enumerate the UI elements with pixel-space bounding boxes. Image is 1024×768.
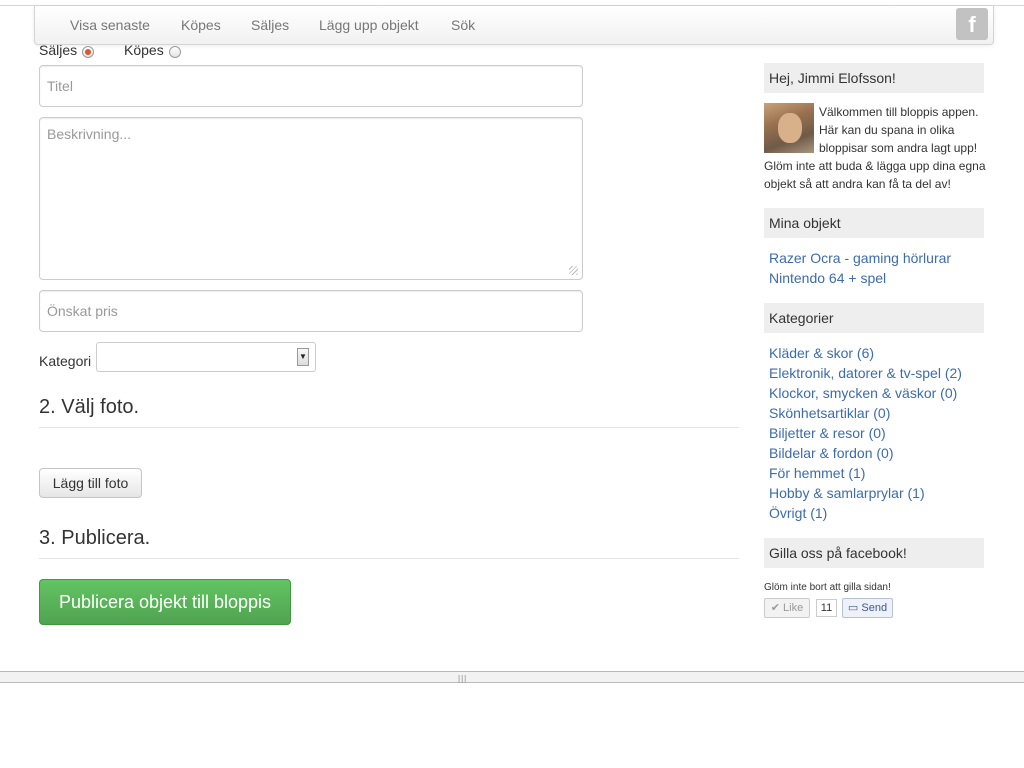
description-placeholder: Beskrivning...	[47, 126, 132, 142]
category-link[interactable]: Elektronik, datorer & tv-spel (2)	[769, 365, 962, 381]
categories-heading: Kategorier	[764, 303, 984, 333]
pane-splitter[interactable]: |||	[0, 671, 1024, 683]
saljes-radio-label: Säljes	[39, 42, 78, 58]
facebook-text: Glöm inte bort att gilla sidan!	[764, 582, 891, 593]
top-navbar: Visa senaste Köpes Säljes Lägg upp objek…	[34, 6, 994, 45]
category-label: Kategori	[39, 353, 92, 369]
kopes-radio[interactable]	[169, 46, 181, 58]
facebook-icon[interactable]: f	[956, 8, 988, 40]
divider	[39, 427, 739, 428]
nav-kopes[interactable]: Köpes	[181, 17, 221, 33]
resize-handle[interactable]	[569, 266, 578, 275]
send-label: Send	[861, 602, 888, 614]
photo-heading: 2. Välj foto.	[39, 396, 140, 418]
divider	[39, 558, 739, 559]
grip-icon: |||	[458, 674, 468, 683]
my-items-heading: Mina objekt	[764, 208, 984, 238]
saljes-radio[interactable]	[82, 46, 94, 58]
like-button[interactable]: ✔ Like	[764, 598, 810, 618]
category-link[interactable]: Klockor, smycken & väskor (0)	[769, 385, 957, 401]
category-link[interactable]: Biljetter & resor (0)	[769, 425, 886, 441]
kopes-radio-label: Köpes	[124, 42, 164, 58]
category-select[interactable]: ▼	[96, 342, 316, 372]
publish-heading: 3. Publicera.	[39, 527, 151, 549]
category-link[interactable]: Skönhetsartiklar (0)	[769, 405, 890, 421]
title-input[interactable]: Titel	[39, 65, 583, 107]
like-count: 11	[816, 599, 837, 617]
add-photo-button[interactable]: Lägg till foto	[39, 468, 142, 498]
category-link[interactable]: Hobby & samlarprylar (1)	[769, 485, 925, 501]
publish-button[interactable]: Publicera objekt till bloppis	[39, 579, 291, 625]
description-textarea[interactable]: Beskrivning...	[39, 117, 583, 280]
category-link[interactable]: Bildelar & fordon (0)	[769, 445, 894, 461]
nav-lagg-upp-objekt[interactable]: Lägg upp objekt	[319, 17, 419, 33]
category-link[interactable]: Kläder & skor (6)	[769, 345, 874, 361]
category-link[interactable]: Övrigt (1)	[769, 505, 827, 521]
like-label: Like	[783, 602, 804, 614]
nav-visa-senaste[interactable]: Visa senaste	[70, 17, 150, 33]
greeting-heading: Hej, Jimmi Elofsson!	[764, 63, 984, 93]
send-button[interactable]: ▭ Send	[842, 598, 893, 618]
category-link[interactable]: För hemmet (1)	[769, 465, 865, 481]
price-input[interactable]: Önskat pris	[39, 290, 583, 332]
welcome-text-block: Välkommen till bloppis appen. Här kan du…	[764, 103, 986, 193]
my-item-link[interactable]: Nintendo 64 + spel	[769, 270, 886, 286]
facebook-heading: Gilla oss på facebook!	[764, 538, 984, 568]
nav-sok[interactable]: Sök	[451, 17, 475, 33]
my-item-link[interactable]: Razer Ocra - gaming hörlurar	[769, 250, 951, 266]
chevron-down-icon: ▼	[297, 348, 309, 366]
nav-saljes[interactable]: Säljes	[251, 17, 289, 33]
